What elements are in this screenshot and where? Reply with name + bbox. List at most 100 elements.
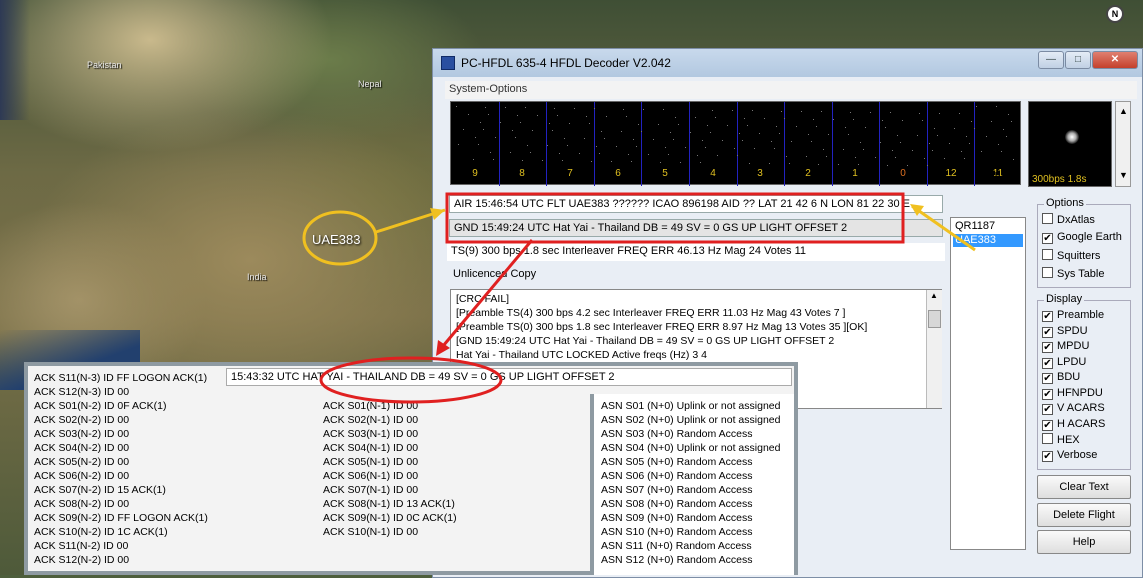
gnd-message-field[interactable]: GND 15:49:24 UTC Hat Yai - Thailand DB =…	[449, 219, 943, 237]
noise-dot	[996, 106, 997, 107]
app-icon	[441, 56, 455, 70]
noise-dot	[744, 118, 745, 119]
noise-dot	[564, 138, 565, 139]
ack-header: 15:43:32 UTC HAT YAI - THAILAND DB = 49 …	[226, 368, 792, 386]
log-scroll-thumb[interactable]	[928, 310, 941, 328]
checkbox[interactable]	[1042, 249, 1053, 260]
scroll-up-icon[interactable]: ▲	[1119, 106, 1128, 116]
noise-dot	[848, 134, 849, 135]
spectrum-scrollbar[interactable]: ▲ ▼	[1115, 101, 1131, 187]
checkbox[interactable]: ✔	[1042, 311, 1053, 322]
options-checkbox-row[interactable]: DxAtlas	[1042, 213, 1095, 226]
checkbox[interactable]	[1042, 213, 1053, 224]
ack-col1-line: ACK S12(N-2) ID 00	[34, 554, 130, 566]
options-checkbox-row[interactable]: Sys Table	[1042, 267, 1105, 280]
clear-text-button[interactable]: Clear Text	[1037, 475, 1131, 499]
display-checkbox-row[interactable]: ✔ H ACARS	[1042, 418, 1105, 431]
checkbox[interactable]: ✔	[1042, 233, 1053, 244]
display-checkbox-row[interactable]: ✔ Verbose	[1042, 449, 1097, 462]
help-button[interactable]: Help	[1037, 530, 1131, 554]
spectrum-display[interactable]: 9 8 7 6 5 4 3 2 1 0 12 11	[450, 101, 1021, 186]
plane-label[interactable]: UAE383	[312, 232, 360, 247]
status-line: TS(9) 300 bps 1.8 sec Interleaver FREQ E…	[447, 243, 945, 261]
noise-dot	[966, 136, 967, 137]
noise-dot	[764, 118, 765, 119]
noise-dot	[495, 137, 496, 138]
noise-dot	[742, 140, 743, 141]
noise-dot	[897, 135, 898, 136]
noise-dot	[668, 154, 669, 155]
noise-dot	[562, 160, 563, 161]
minimize-button[interactable]: —	[1038, 51, 1064, 69]
delete-flight-button[interactable]: Delete Flight	[1037, 503, 1131, 527]
checkbox[interactable]: ✔	[1042, 373, 1053, 384]
noise-dot	[485, 107, 486, 108]
checkbox[interactable]	[1042, 433, 1053, 444]
checkbox[interactable]: ✔	[1042, 450, 1053, 462]
maximize-button[interactable]: □	[1065, 51, 1091, 69]
checkbox[interactable]: ✔	[1042, 357, 1053, 369]
flight-item[interactable]: UAE383	[953, 234, 1023, 247]
flight-list[interactable]: QR1187 UAE383	[950, 217, 1026, 550]
noise-dot	[601, 131, 602, 132]
noise-dot	[786, 156, 787, 157]
display-checkbox-row[interactable]: HEX	[1042, 433, 1080, 446]
display-checkbox-row[interactable]: ✔ HFNPDU	[1042, 387, 1103, 400]
ack-col1-line: ACK S06(N-2) ID 00	[34, 470, 130, 482]
noise-dot	[554, 108, 555, 109]
log-scrollbar[interactable]: ▲	[926, 290, 942, 408]
checkbox[interactable]: ✔	[1042, 419, 1053, 431]
noise-dot	[981, 151, 982, 152]
noise-dot	[643, 109, 644, 110]
checkbox[interactable]: ✔	[1042, 388, 1053, 400]
noise-dot	[791, 141, 792, 142]
title-bar[interactable]: PC-HFDL 635-4 HFDL Decoder V2.042 — □ ✕	[433, 49, 1142, 77]
noise-dot	[663, 109, 664, 110]
noise-dot	[717, 155, 718, 156]
noise-dot	[939, 113, 940, 114]
channel-divider	[927, 102, 928, 186]
display-checkbox-row[interactable]: ✔ BDU	[1042, 371, 1080, 384]
noise-dot	[858, 164, 859, 165]
air-message-field[interactable]: AIR 15:46:54 UTC FLT UAE383 ?????? ICAO …	[449, 195, 943, 213]
checkbox[interactable]: ✔	[1042, 404, 1053, 415]
noise-dot	[976, 106, 977, 107]
ack-col1-line: ACK S07(N-2) ID 15 ACK(1)	[34, 484, 166, 496]
noise-dot	[611, 161, 612, 162]
checkbox[interactable]: ✔	[1042, 342, 1053, 353]
noise-dot	[927, 165, 928, 166]
checkbox[interactable]: ✔	[1042, 326, 1053, 338]
scroll-down-icon[interactable]: ▼	[1119, 170, 1128, 180]
display-checkbox-row[interactable]: ✔ SPDU	[1042, 325, 1088, 338]
options-checkbox-row[interactable]: Squitters	[1042, 249, 1100, 262]
display-checkbox-row[interactable]: ✔ LPDU	[1042, 356, 1086, 369]
sea-area-north	[0, 0, 30, 120]
constellation-scope: 300bps 1.8s	[1028, 101, 1112, 187]
noise-dot	[875, 157, 876, 158]
close-button[interactable]: ✕	[1092, 51, 1138, 69]
window-title: PC-HFDL 635-4 HFDL Decoder V2.042	[461, 56, 671, 70]
map-label-nepal: Nepal	[358, 79, 382, 89]
noise-dot	[885, 127, 886, 128]
display-checkbox-row[interactable]: ✔ MPDU	[1042, 340, 1089, 353]
menu-system-options[interactable]: System-Options	[449, 83, 527, 95]
noise-dot	[739, 133, 740, 134]
noise-dot	[833, 119, 834, 120]
flight-item[interactable]: QR1187	[953, 220, 1023, 233]
scroll-up-icon[interactable]: ▲	[930, 291, 938, 300]
noise-dot	[599, 153, 600, 154]
noise-dot	[801, 111, 802, 112]
noise-dot	[626, 116, 627, 117]
noise-dot	[606, 116, 607, 117]
log-line: Hat Yai - Thailand UTC LOCKED Active fre…	[456, 349, 707, 361]
noise-dot	[732, 110, 733, 111]
display-checkbox-row[interactable]: ✔ V ACARS	[1042, 402, 1105, 415]
compass-icon[interactable]: N	[1106, 5, 1124, 23]
checkbox[interactable]	[1042, 267, 1053, 278]
noise-dot	[949, 143, 950, 144]
display-checkbox-row[interactable]: ✔ Preamble	[1042, 309, 1104, 322]
checkbox-label: Google Earth	[1057, 231, 1122, 243]
noise-dot	[806, 156, 807, 157]
options-checkbox-row[interactable]: ✔ Google Earth	[1042, 231, 1122, 244]
noise-dot	[934, 128, 935, 129]
